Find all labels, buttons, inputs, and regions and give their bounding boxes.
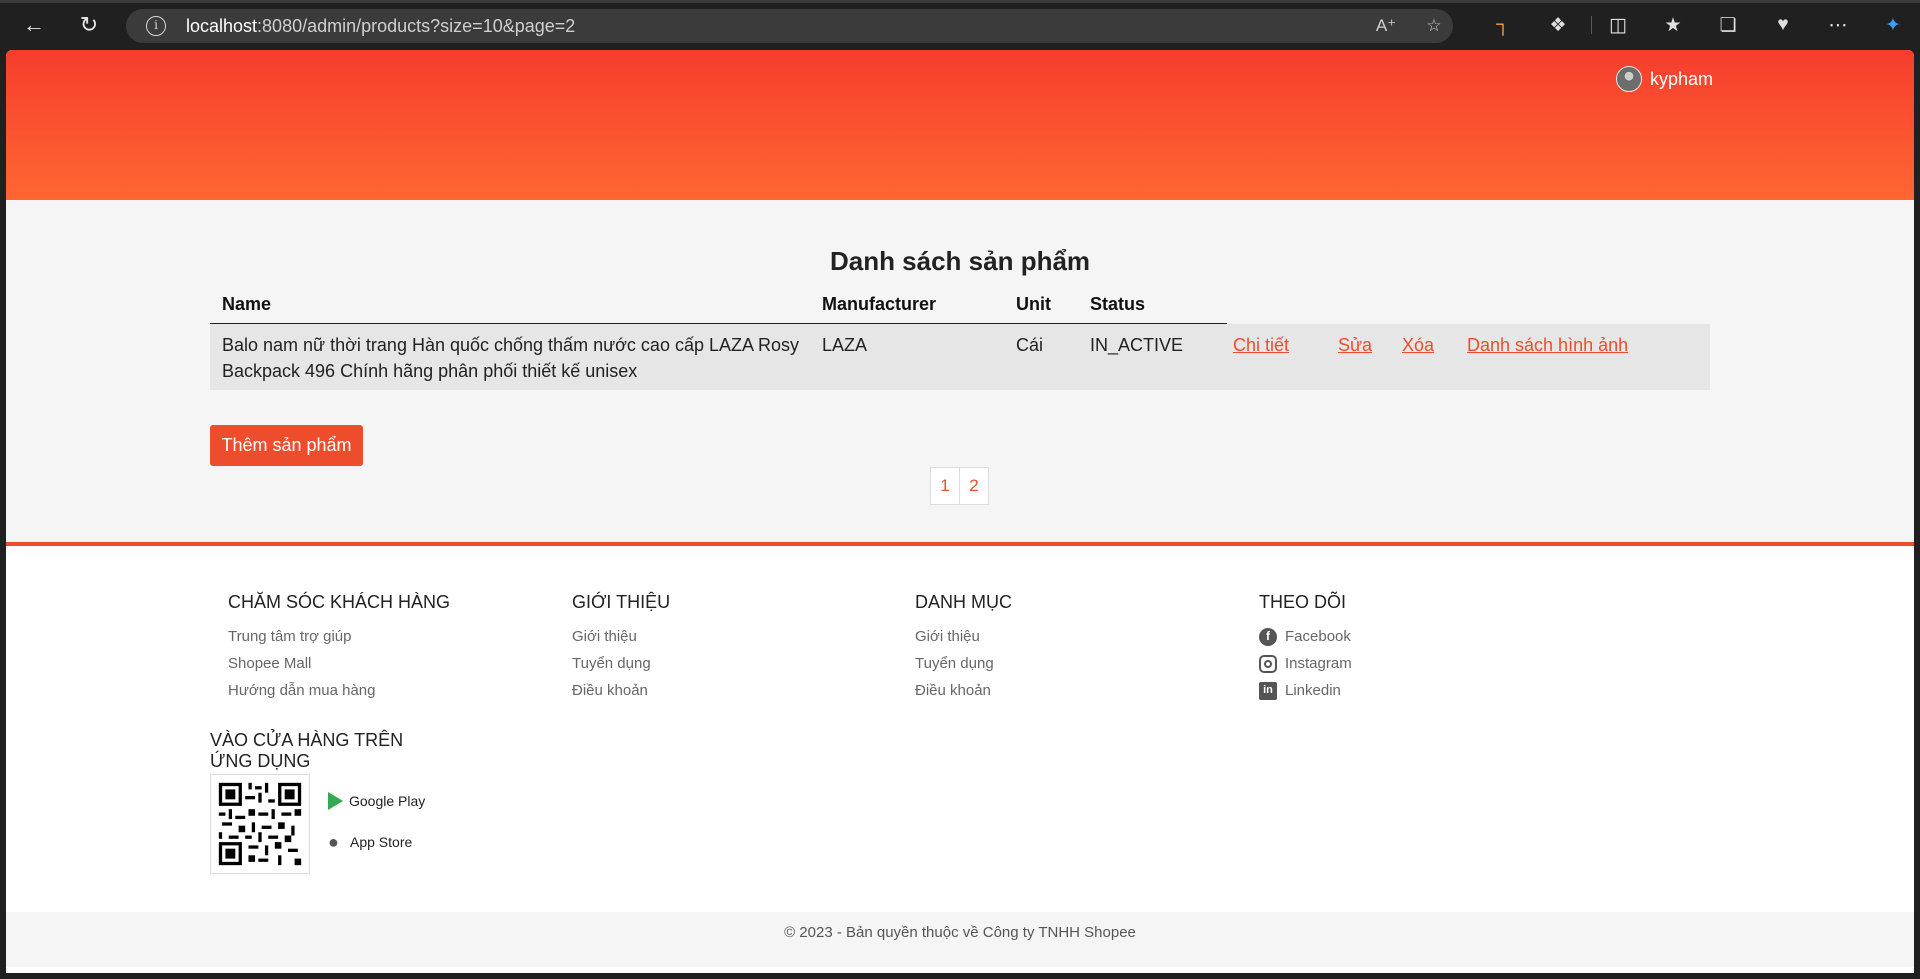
address-bar[interactable]: i localhost:8080/admin/products?size=10&…: [126, 9, 1453, 43]
extensions-puzzle-icon[interactable]: ❖: [1545, 12, 1571, 38]
footer-link-terms[interactable]: Điều khoản: [572, 677, 670, 704]
extension-bracket-icon[interactable]: ┐: [1490, 12, 1516, 38]
edit-link[interactable]: Sửa: [1338, 332, 1372, 358]
footer-link-facebook[interactable]: f Facebook: [1259, 623, 1352, 650]
footer-link-about[interactable]: Giới thiệu: [572, 623, 670, 650]
url-host: localhost: [186, 16, 258, 36]
page-button-2[interactable]: 2: [959, 467, 989, 505]
footer-link-category-careers[interactable]: Tuyển dụng: [915, 650, 1012, 677]
footer-title-about: GIỚI THIỆU: [572, 592, 671, 612]
username: kypham: [1650, 68, 1714, 89]
browser-essentials-icon[interactable]: ♥: [1770, 12, 1796, 38]
linkedin-label: Linkedin: [1285, 682, 1341, 699]
facebook-icon: f: [1259, 627, 1277, 646]
favorites-list-icon[interactable]: ★: [1660, 12, 1686, 38]
split-screen-icon[interactable]: ◫: [1605, 12, 1631, 38]
footer-about: GIỚI THIỆU Giới thiệu Tuyển dụng Điều kh…: [572, 592, 670, 704]
site-info-icon[interactable]: i: [146, 16, 166, 36]
footer-link-linkedin[interactable]: in Linkedin: [1259, 677, 1352, 704]
delete-link[interactable]: Xóa: [1402, 332, 1434, 358]
avatar: [1616, 66, 1642, 92]
linkedin-icon: in: [1259, 681, 1277, 700]
add-product-button[interactable]: Thêm sản phẩm: [210, 425, 363, 466]
footer-customer-care: CHĂM SÓC KHÁCH HÀNG Trung tâm trợ giúp S…: [228, 592, 450, 704]
toolbar-separator: [1591, 16, 1592, 34]
footer-link-shopee-mall[interactable]: Shopee Mall: [228, 650, 450, 677]
app-store-badge[interactable]: ● App Store: [328, 833, 412, 851]
detail-link[interactable]: Chi tiết: [1233, 332, 1289, 358]
google-play-label: Google Play: [349, 793, 426, 809]
back-icon[interactable]: ←: [20, 11, 48, 39]
copyright-text: © 2023 - Bản quyền thuộc về Công ty TNHH…: [6, 912, 1914, 967]
user-menu[interactable]: kypham: [1616, 66, 1713, 92]
column-header-manufacturer: Manufacturer: [822, 294, 937, 314]
footer-link-help-center[interactable]: Trung tâm trợ giúp: [228, 623, 450, 650]
product-name-line-2: Backpack 496 Chính hãng phân phối thiết …: [222, 361, 638, 381]
page-viewport: kypham Danh sách sản phẩm Name Manufactu…: [6, 50, 1914, 973]
table-row: Balo nam nữ thời trang Hàn quốc chống th…: [210, 324, 1710, 390]
copilot-icon[interactable]: ✦: [1880, 12, 1906, 38]
footer-title-categories: DANH MỤC: [915, 592, 1012, 612]
footer-follow: THEO DÕI f Facebook Instagram in Linkedi…: [1259, 592, 1352, 704]
instagram-label: Instagram: [1285, 655, 1352, 672]
footer-link-buying-guide[interactable]: Hướng dẫn mua hàng: [228, 677, 450, 704]
favorite-star-icon[interactable]: ☆: [1423, 16, 1445, 35]
site-header: kypham: [6, 50, 1914, 200]
facebook-label: Facebook: [1285, 628, 1351, 645]
product-status: IN_ACTIVE: [1090, 335, 1184, 355]
footer-link-instagram[interactable]: Instagram: [1259, 650, 1352, 677]
google-play-icon: [328, 792, 343, 810]
pagination: 1 2: [930, 467, 989, 505]
footer-categories: DANH MỤC Giới thiệu Tuyển dụng Điều khoả…: [915, 592, 1012, 704]
product-name-line-1: Balo nam nữ thời trang Hàn quốc chống th…: [222, 335, 800, 355]
footer-link-careers[interactable]: Tuyển dụng: [572, 650, 670, 677]
tab-strip-edge: [0, 0, 1920, 3]
url-path: :8080/admin/products?size=10&page=2: [257, 16, 576, 36]
app-store-label: App Store: [350, 834, 413, 850]
page-button-1[interactable]: 1: [930, 467, 960, 505]
product-manufacturer: LAZA: [822, 335, 868, 355]
footer-link-category-about[interactable]: Giới thiệu: [915, 623, 1012, 650]
google-play-badge[interactable]: Google Play: [328, 792, 425, 810]
product-unit: Cái: [1016, 335, 1044, 355]
refresh-icon[interactable]: ↻: [75, 11, 103, 39]
image-list-link[interactable]: Danh sách hình ảnh: [1467, 332, 1628, 358]
site-footer: CHĂM SÓC KHÁCH HÀNG Trung tâm trợ giúp S…: [6, 546, 1914, 973]
collections-icon[interactable]: ❏: [1715, 12, 1741, 38]
qr-code-image: [210, 774, 310, 874]
apple-icon: ●: [328, 832, 339, 852]
footer-title-customer-care: CHĂM SÓC KHÁCH HÀNG: [228, 592, 451, 612]
column-header-unit: Unit: [1016, 294, 1051, 314]
more-menu-icon[interactable]: ⋯: [1825, 12, 1851, 38]
footer-title-follow: THEO DÕI: [1259, 592, 1347, 612]
app-download-title: VÀO CỬA HÀNG TRÊN ỨNG DỤNG: [210, 730, 404, 771]
read-aloud-icon[interactable]: A⁺: [1375, 16, 1397, 35]
url-text[interactable]: localhost:8080/admin/products?size=10&pa…: [186, 16, 575, 37]
column-header-name: Name: [222, 294, 272, 314]
column-header-status: Status: [1090, 294, 1146, 314]
browser-toolbar: ← ↻ i localhost:8080/admin/products?size…: [0, 0, 1920, 50]
page-title: Danh sách sản phẩm: [829, 246, 1091, 276]
product-name: Balo nam nữ thời trang Hàn quốc chống th…: [222, 332, 802, 384]
instagram-icon: [1259, 654, 1277, 673]
footer-link-category-terms[interactable]: Điều khoản: [915, 677, 1012, 704]
